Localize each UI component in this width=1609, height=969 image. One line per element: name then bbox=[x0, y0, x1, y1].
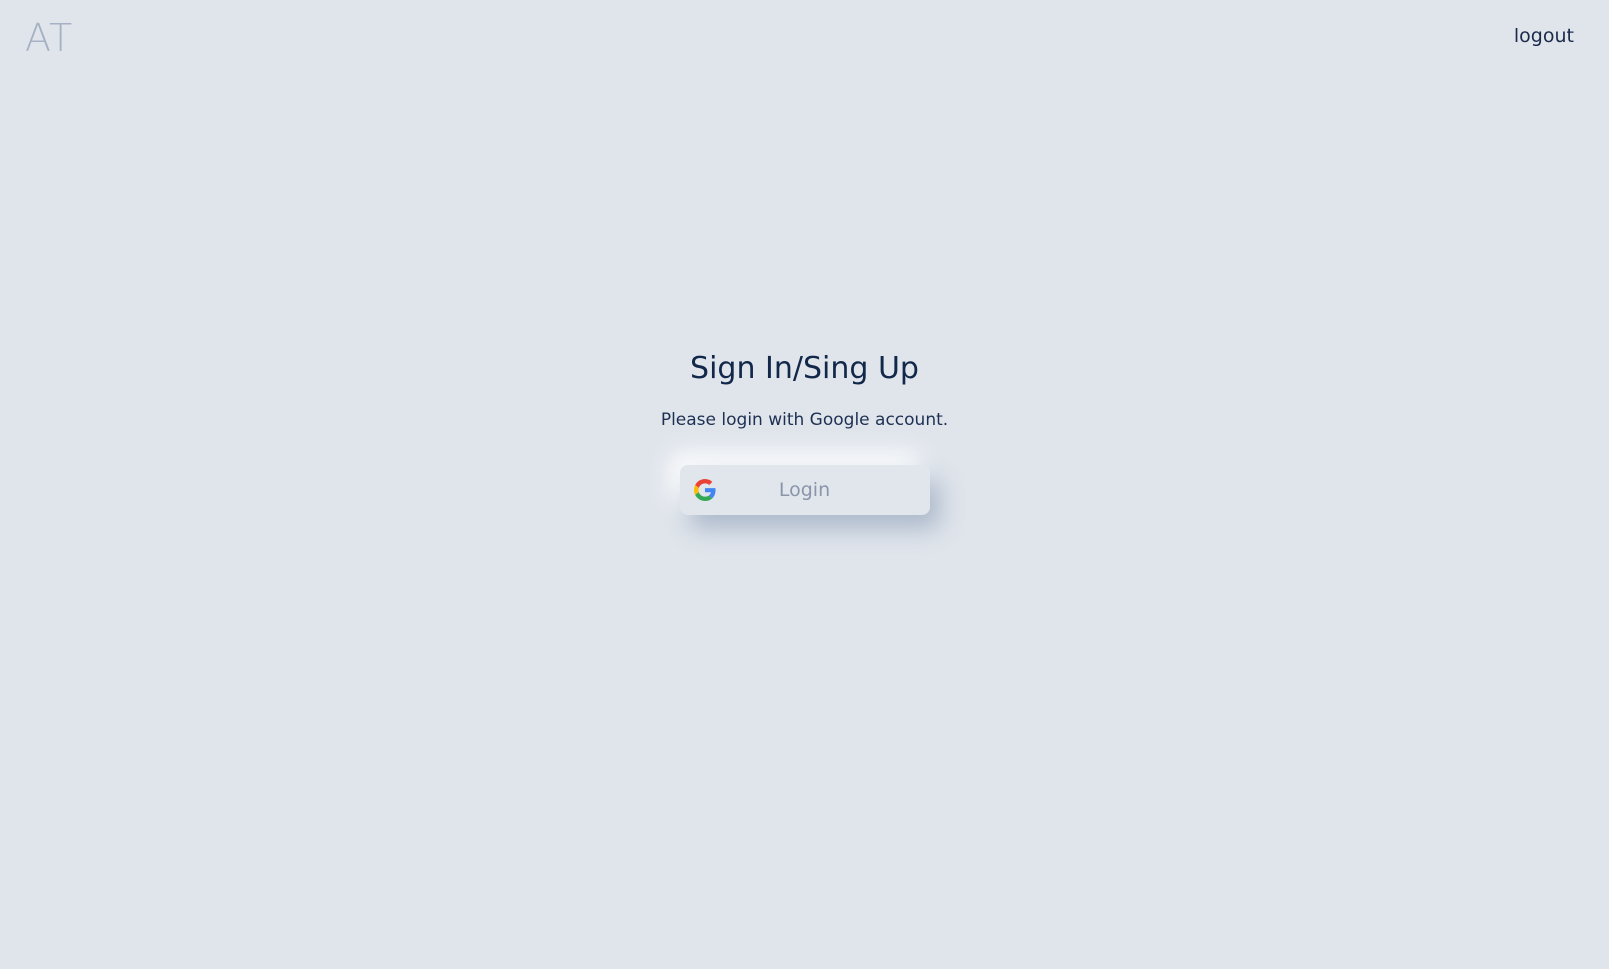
logo: AT bbox=[25, 16, 74, 60]
login-button-label: Login bbox=[778, 479, 831, 501]
login-button-wrapper: Login bbox=[679, 465, 930, 515]
google-icon bbox=[693, 479, 716, 501]
login-panel: Sign In/Sing Up Please login with Google… bbox=[0, 345, 1609, 515]
login-instructions: Please login with Google account. bbox=[660, 410, 949, 430]
logout-link[interactable]: logout bbox=[1514, 22, 1574, 50]
page-title: Sign In/Sing Up bbox=[690, 351, 919, 386]
google-login-button[interactable]: Login bbox=[679, 465, 930, 515]
